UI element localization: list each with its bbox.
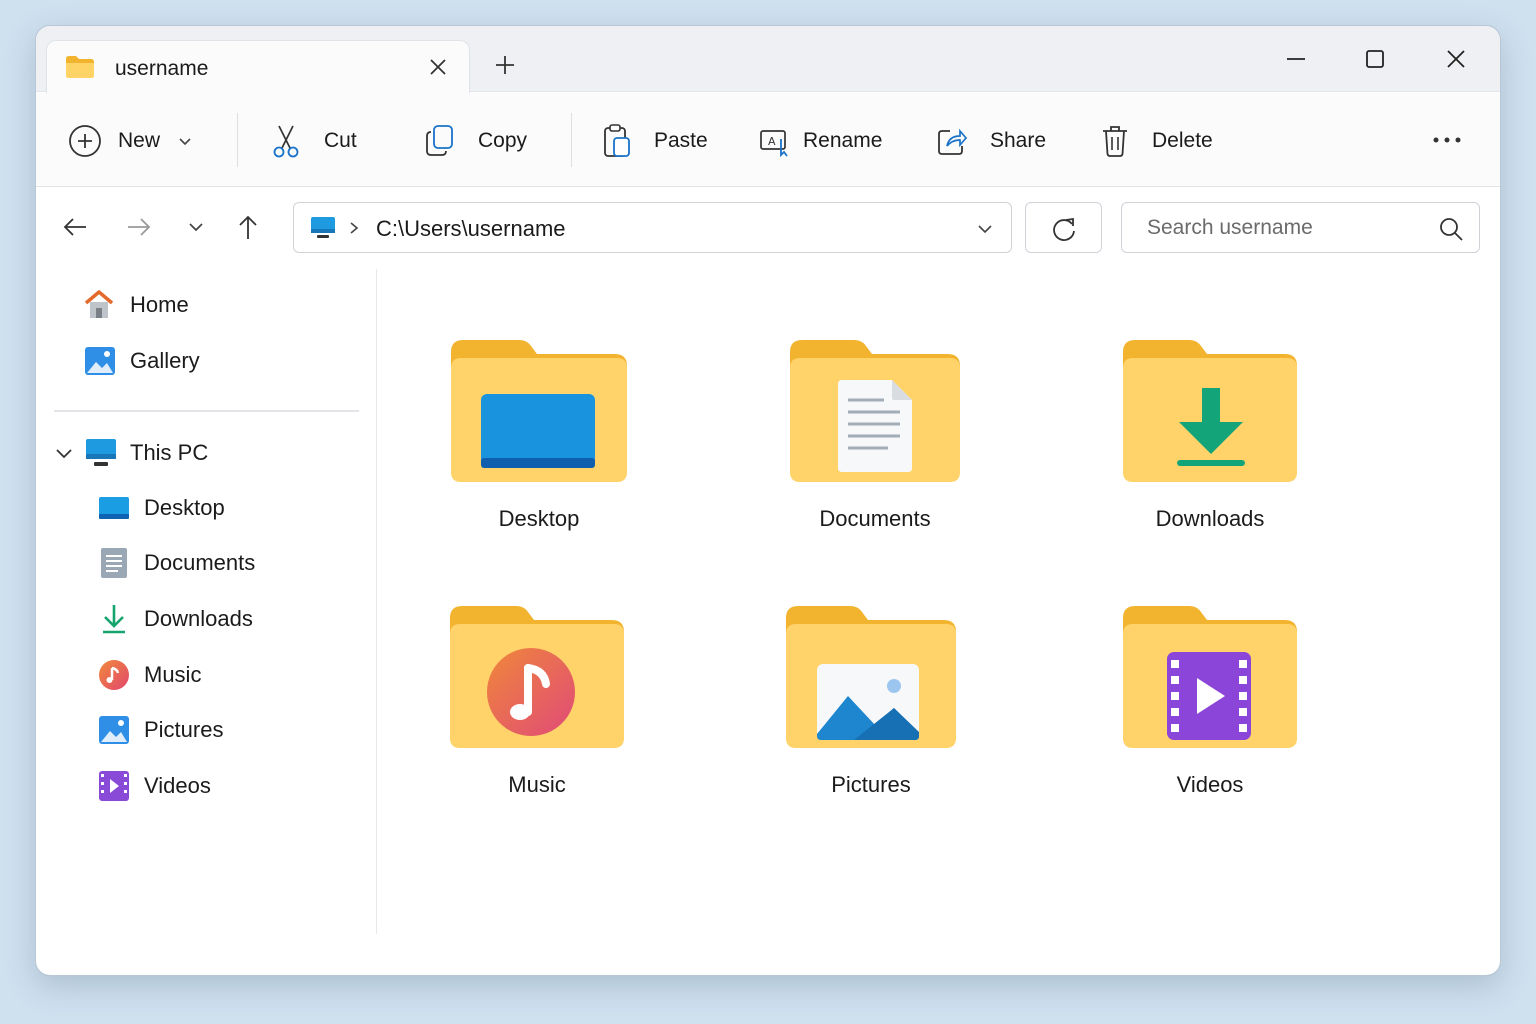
svg-text:A: A [768, 135, 776, 148]
up-arrow-icon[interactable] [233, 212, 263, 242]
sidebar-item-desktop[interactable]: Desktop [98, 488, 225, 528]
rename-icon: A [760, 130, 788, 157]
folder-music-icon [450, 606, 624, 748]
folder-videos-icon [1123, 606, 1297, 748]
computer-icon [311, 217, 335, 238]
address-path: C:\Users\username [376, 216, 566, 241]
sidebar-item-music[interactable]: Music [98, 655, 201, 695]
tab-title: username [115, 57, 209, 80]
folder-pictures[interactable]: Pictures [751, 604, 991, 814]
file-explorer-window: username New Cut Copy Paste A Rename Sha… [36, 26, 1500, 975]
folder-music[interactable]: Music [417, 604, 657, 814]
pane-divider [376, 269, 377, 934]
folder-desktop-icon [451, 340, 627, 482]
share-icon [938, 128, 968, 155]
folder-documents[interactable]: Documents [755, 338, 995, 548]
navigation-pane: Home Gallery This PC Desktop Documents D… [36, 266, 377, 936]
scissors-icon [273, 125, 299, 158]
folder-downloads[interactable]: Downloads [1090, 338, 1330, 548]
add-tab-icon[interactable] [492, 52, 518, 78]
home-icon [84, 290, 114, 318]
command-separator [237, 113, 238, 167]
sidebar-item-downloads[interactable]: Downloads [100, 599, 253, 639]
recent-locations-chevron-icon[interactable] [181, 212, 211, 242]
sidebar-item-documents[interactable]: Documents [100, 543, 255, 583]
tab-username[interactable]: username [46, 40, 470, 93]
chevron-right-icon [350, 222, 359, 234]
folder-videos[interactable]: Videos [1090, 604, 1330, 814]
folder-desktop[interactable]: Desktop [419, 338, 659, 548]
copy-button[interactable]: Copy [424, 121, 527, 161]
computer-icon [86, 439, 116, 466]
refresh-button[interactable] [1025, 202, 1102, 253]
folder-icon [66, 56, 94, 78]
music-icon [99, 660, 129, 690]
search-input[interactable] [1147, 213, 1427, 243]
cut-button[interactable]: Cut [270, 121, 357, 161]
video-icon [99, 771, 129, 801]
chevron-down-icon [179, 138, 191, 146]
copy-icon [426, 125, 453, 156]
command-separator [571, 113, 572, 167]
sidebar-item-videos[interactable]: Videos [98, 766, 211, 806]
rename-button[interactable]: A Rename [759, 121, 882, 161]
folder-pictures-icon [786, 606, 956, 748]
clipboard-icon [604, 124, 630, 157]
folder-downloads-icon [1123, 340, 1297, 482]
paste-button[interactable]: Paste [602, 121, 708, 161]
refresh-icon [1053, 217, 1075, 241]
sidebar-item-this-pc[interactable]: This PC [54, 433, 208, 473]
command-bar: New Cut Copy Paste A Rename Share Delete [36, 93, 1500, 187]
desktop-icon [99, 497, 129, 519]
maximize-icon[interactable] [1360, 44, 1390, 74]
back-arrow-icon[interactable] [60, 212, 90, 242]
folder-documents-icon [790, 340, 960, 482]
gallery-icon [85, 347, 115, 375]
sidebar-item-home[interactable]: Home [82, 285, 189, 325]
expand-chevron-icon[interactable] [54, 443, 74, 463]
new-button[interactable]: New [68, 121, 192, 161]
sidebar-divider [54, 410, 359, 412]
share-button[interactable]: Share [936, 121, 1046, 161]
forward-arrow-icon[interactable] [124, 212, 154, 242]
more-options-icon[interactable] [1432, 133, 1462, 147]
document-icon [101, 548, 127, 578]
address-bar[interactable]: C:\Users\username [293, 202, 1012, 253]
sidebar-item-gallery[interactable]: Gallery [84, 341, 200, 381]
chevron-down-icon[interactable] [977, 221, 993, 237]
minimize-icon[interactable] [1281, 44, 1311, 74]
delete-button[interactable]: Delete [1100, 121, 1213, 161]
plus-circle-icon [69, 125, 101, 157]
trash-icon [1103, 126, 1127, 157]
close-window-icon[interactable] [1441, 44, 1471, 74]
picture-icon [99, 716, 129, 744]
search-icon[interactable] [1438, 216, 1464, 242]
download-icon [103, 605, 125, 634]
close-icon[interactable] [425, 54, 451, 80]
sidebar-item-pictures[interactable]: Pictures [98, 710, 223, 750]
title-bar: username [36, 26, 1500, 93]
search-box[interactable] [1121, 202, 1480, 253]
